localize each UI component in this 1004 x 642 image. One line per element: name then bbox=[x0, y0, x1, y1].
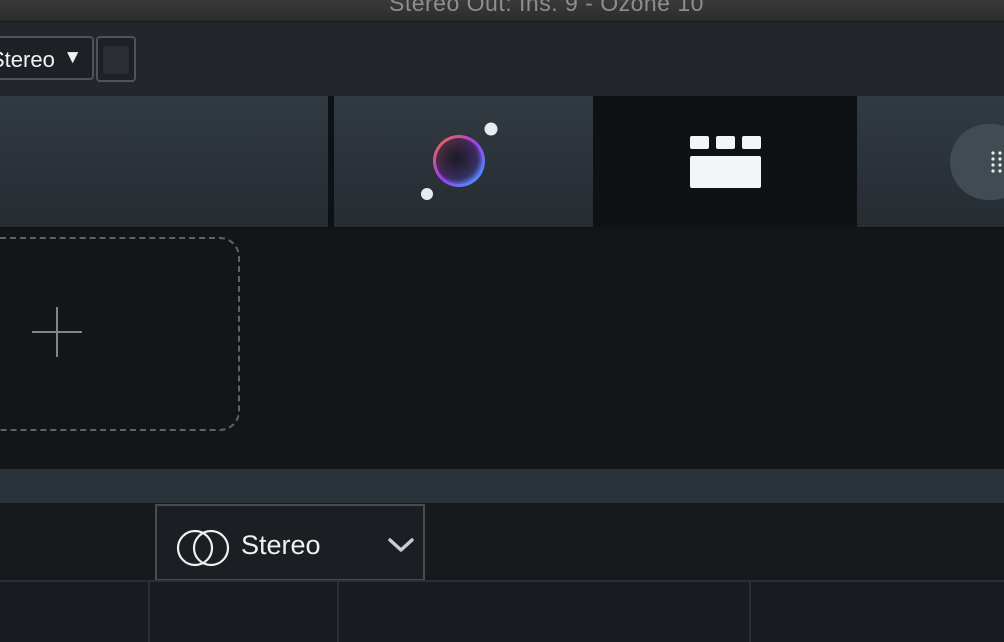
square-icon bbox=[103, 46, 129, 74]
stereo-circles-icon bbox=[176, 529, 230, 567]
meter-cell bbox=[751, 582, 1004, 642]
modules-grid-icon bbox=[690, 136, 761, 188]
plus-icon bbox=[32, 307, 82, 357]
channel-mode-select[interactable]: Stereo bbox=[155, 504, 425, 581]
dots-menu-icon bbox=[991, 151, 1002, 173]
dropdown-arrow-icon: ▼ bbox=[63, 47, 82, 68]
meter-cell bbox=[150, 582, 337, 642]
window-title: Stereo Out: Ins. 9 - Ozone 10 bbox=[389, 0, 704, 16]
channel-mode-label: Stereo bbox=[241, 530, 321, 560]
meter-cell bbox=[339, 582, 749, 642]
chevron-down-icon bbox=[388, 538, 414, 552]
title-bar: Stereo Out: Ins. 9 - Ozone 10 bbox=[0, 0, 1004, 22]
assistant-orb-icon bbox=[421, 122, 498, 200]
channel-select[interactable]: Stereo ▼ bbox=[0, 36, 94, 80]
channel-select-value: Stereo bbox=[0, 47, 55, 72]
toolbar: Stereo ▼ bbox=[0, 22, 1004, 96]
meter-cell bbox=[0, 582, 148, 642]
section-divider bbox=[0, 469, 1004, 503]
toolbar-square-button[interactable] bbox=[96, 36, 136, 82]
tab-blank[interactable] bbox=[0, 96, 328, 227]
